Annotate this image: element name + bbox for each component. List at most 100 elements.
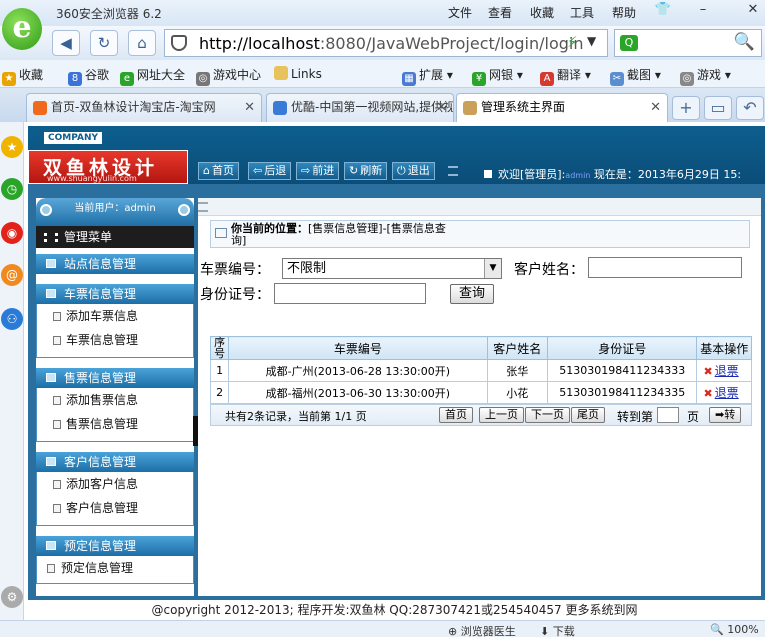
tab-label: 优酷-中国第一视频网站,提供视 — [291, 100, 454, 114]
favorites-star-icon[interactable]: ★ — [1, 136, 23, 158]
browser-doctor[interactable]: ⊕ 浏览器医生 — [448, 623, 516, 637]
ring-icon — [40, 204, 52, 216]
tab-taobao[interactable]: 首页-双鱼林设计淘宝店-淘宝网 ✕ — [26, 93, 262, 122]
close-window-icon[interactable]: ✕ — [740, 0, 765, 20]
cell-ticket: 成都-福州(2013-06-30 13:30:00开) — [228, 381, 488, 404]
fav-translate[interactable]: A 翻译 ▾ — [540, 66, 591, 86]
weibo-icon[interactable]: ◉ — [1, 222, 23, 244]
zoom-level[interactable]: 🔍 100% — [710, 623, 759, 636]
skin-icon[interactable]: 👕 — [650, 0, 676, 20]
section-customer-items: 添加客户信息 客户信息管理 — [36, 472, 194, 526]
menu-add-sale[interactable]: 添加售票信息 — [37, 388, 193, 412]
close-tab-icon[interactable]: ✕ — [244, 94, 255, 121]
admin-frame: COMPANY 双鱼林设计 www.shuangyulin.com ⌂ 首页 ⇦ 后… — [28, 126, 765, 600]
settings-gear-icon[interactable]: ⚙ — [1, 586, 23, 608]
reload-icon[interactable]: ↻ — [90, 30, 118, 56]
menu-view[interactable]: 查看 — [488, 4, 512, 21]
fav-bank[interactable]: ¥ 网银 ▾ — [472, 66, 523, 86]
current-user-label: 当前用户：admin — [74, 203, 156, 214]
header-refresh-button[interactable]: ↻ 刷新 — [344, 162, 388, 180]
menu-tools[interactable]: 工具 — [570, 4, 594, 21]
fav-google[interactable]: 8 谷歌 — [68, 66, 109, 86]
close-tab-icon[interactable]: ✕ — [650, 94, 661, 121]
location-icon — [215, 228, 227, 238]
header-exit-button[interactable]: ⏻ 退出 — [392, 162, 435, 180]
minimize-icon[interactable]: – — [690, 0, 716, 20]
section-ticket-info[interactable]: 车票信息管理 — [36, 284, 194, 304]
undo-close-icon[interactable]: ↶ — [736, 96, 764, 120]
tab-admin[interactable]: 管理系统主界面 ✕ — [456, 93, 668, 122]
menu-add-ticket[interactable]: 添加车票信息 — [37, 304, 193, 328]
brand-site: www.shuangyulin.com — [47, 174, 137, 183]
people-icon[interactable]: ⚇ — [1, 308, 23, 330]
home-icon[interactable]: ⌂ — [128, 30, 156, 56]
menu-title: 管理菜单 — [36, 226, 194, 248]
menu-manage-booking[interactable]: 预定信息管理 — [37, 556, 193, 580]
menu-add-customer[interactable]: 添加客户信息 — [37, 472, 193, 496]
tab-list-icon[interactable]: ▭ — [704, 96, 732, 120]
refund-link[interactable]: 退票 — [715, 386, 739, 400]
search-icon[interactable]: 🔍 — [734, 32, 755, 52]
mail-icon[interactable]: @ — [1, 264, 23, 286]
customer-name-label: 客户姓名： — [514, 262, 584, 278]
cell-no: 2 — [209, 381, 230, 404]
page-number-input[interactable] — [657, 407, 679, 423]
page-content: COMPANY 双鱼林设计 www.shuangyulin.com ⌂ 首页 ⇦ 后… — [24, 122, 765, 620]
fav-sites[interactable]: e 网址大全 — [120, 66, 185, 86]
fav-collect[interactable]: ★ 收藏 — [2, 66, 43, 86]
menu-manage-ticket[interactable]: 车票信息管理 — [37, 328, 193, 352]
fav-game-center[interactable]: ◎ 游戏中心 — [196, 66, 261, 86]
header-home-button[interactable]: ⌂ 首页 — [198, 162, 239, 180]
search-input[interactable]: Q 🔍 — [614, 29, 762, 57]
address-bar[interactable]: http://localhost:8080/JavaWebProject/log… — [164, 29, 608, 57]
back-icon[interactable]: ◀ — [52, 30, 80, 56]
sales-table: 序号 车票编号 客户姓名 身份证号 基本操作 1 成都-广州(2013-06-2… — [209, 336, 752, 404]
last-page-button[interactable]: 尾页 — [571, 407, 605, 423]
history-clock-icon[interactable]: ◷ — [1, 178, 23, 200]
sites-icon: e — [120, 72, 134, 86]
menu-manage-sale[interactable]: 售票信息管理 — [37, 412, 193, 436]
id-card-label: 身份证号： — [200, 287, 270, 303]
section-customer-info[interactable]: 客户信息管理 — [36, 452, 194, 472]
fav-extensions[interactable]: ▦ 扩展 ▾ — [402, 66, 453, 86]
cell-action: ✖ 退票 — [696, 381, 752, 404]
company-badge: COMPANY — [44, 132, 102, 144]
section-ticket-items: 添加车票信息 车票信息管理 — [36, 304, 194, 358]
chevron-down-icon[interactable]: ▼ — [484, 259, 501, 278]
first-page-button[interactable]: 首页 — [439, 407, 473, 423]
header-forward-button[interactable]: ⇨ 前进 — [296, 162, 340, 180]
customer-name-input[interactable] — [588, 257, 742, 278]
fav-games[interactable]: ◎ 游戏 ▾ — [680, 66, 731, 86]
refund-link[interactable]: 退票 — [715, 364, 739, 378]
menu-help[interactable]: 帮助 — [612, 4, 636, 21]
menu-manage-customer[interactable]: 客户信息管理 — [37, 496, 193, 520]
lightning-icon[interactable]: ⚡ — [567, 33, 578, 51]
power-icon: ⏻ — [397, 164, 406, 177]
address-dropdown-icon[interactable]: ▼ — [587, 34, 596, 48]
section-site-info[interactable]: 站点信息管理 — [36, 254, 194, 274]
fav-screenshot[interactable]: ✂ 截图 ▾ — [610, 66, 661, 86]
gamepad-icon: ◎ — [196, 72, 210, 86]
home-icon: ⌂ — [203, 164, 210, 177]
taobao-icon — [33, 101, 47, 115]
menu-file[interactable]: 文件 — [448, 4, 472, 21]
search-engine-icon[interactable]: Q — [620, 35, 638, 51]
close-tab-icon[interactable]: ✕ — [436, 94, 447, 121]
ticket-no-select[interactable]: 不限制 ▼ — [282, 258, 502, 279]
fav-links[interactable]: Links — [274, 66, 322, 81]
tab-youku[interactable]: 优酷-中国第一视频网站,提供视 ✕ — [266, 93, 454, 122]
browser-sidebar: ★ ◷ ◉ @ ⚇ ⚙ — [0, 122, 24, 620]
id-card-input[interactable] — [274, 283, 426, 304]
section-sale-info[interactable]: 售票信息管理 — [36, 368, 194, 388]
menu-favorites[interactable]: 收藏 — [530, 4, 554, 21]
table-row: 1 成都-广州(2013-06-28 13:30:00开) 张华 5130301… — [209, 359, 752, 382]
menu-lines-icon[interactable] — [198, 202, 208, 212]
next-page-button[interactable]: 下一页 — [525, 407, 570, 423]
prev-page-button[interactable]: 上一页 — [479, 407, 524, 423]
query-button[interactable]: 查询 — [450, 284, 495, 304]
new-tab-icon[interactable]: + — [672, 96, 700, 120]
header-back-button[interactable]: ⇦ 后退 — [248, 162, 292, 180]
goto-button[interactable]: ➡转 — [709, 407, 742, 423]
download-button[interactable]: ⬇ 下载 — [540, 623, 575, 637]
section-booking-info[interactable]: 预定信息管理 — [36, 536, 194, 556]
